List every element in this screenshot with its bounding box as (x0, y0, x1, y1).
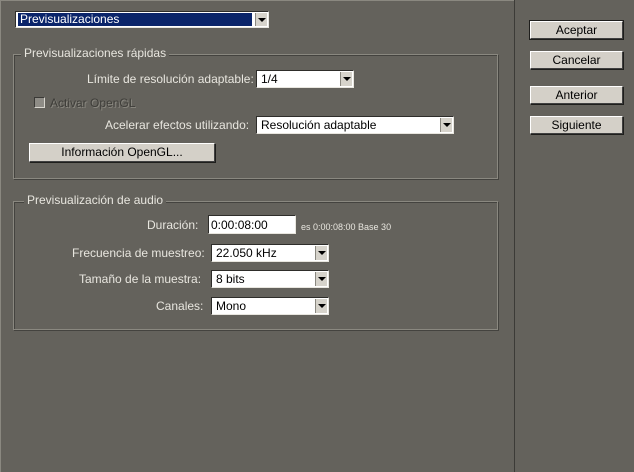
duration-label: Duración: (147, 218, 199, 232)
audio-preview-title: Previsualización de audio (24, 193, 167, 207)
chevron-down-icon[interactable] (340, 72, 352, 86)
duration-info: es 0:00:08:00 Base 30 (301, 222, 392, 232)
ok-button[interactable]: Aceptar (529, 20, 624, 40)
quick-previews-title: Previsualizaciones rápidas (21, 46, 170, 60)
sample-rate-label: Frecuencia de muestreo: (72, 246, 205, 260)
opengl-info-button[interactable]: Información OpenGL... (29, 143, 215, 162)
cancel-button[interactable]: Cancelar (530, 51, 623, 69)
channels-label: Canales: (156, 299, 204, 313)
chevron-down-icon[interactable] (315, 246, 327, 260)
channels-value: Mono (216, 299, 247, 313)
next-button[interactable]: Siguiente (530, 116, 623, 134)
accelerate-value: Resolución adaptable (261, 118, 377, 132)
section-select-value: Previsualizaciones (18, 13, 252, 26)
channels-select[interactable]: Mono (211, 297, 329, 315)
chevron-down-icon[interactable] (315, 272, 327, 286)
previous-button[interactable]: Anterior (530, 86, 623, 104)
resolution-limit-value: 1/4 (261, 72, 278, 86)
sample-rate-value: 22.050 kHz (216, 246, 277, 260)
sample-rate-select[interactable]: 22.050 kHz (211, 244, 329, 262)
duration-field[interactable] (208, 215, 296, 234)
sample-size-select[interactable]: 8 bits (211, 270, 329, 288)
resolution-limit-select[interactable]: 1/4 (256, 70, 354, 88)
accelerate-select[interactable]: Resolución adaptable (256, 116, 454, 134)
page-left-border (0, 0, 1, 472)
chevron-down-icon[interactable] (255, 13, 267, 26)
opengl-checkbox[interactable] (34, 97, 45, 108)
opengl-checkbox-label[interactable]: Activar OpenGL (50, 96, 135, 110)
sample-size-label: Tamaño de la muestra: (79, 272, 202, 286)
page-top-border (0, 0, 514, 1)
chevron-down-icon[interactable] (315, 299, 327, 313)
chevron-down-icon[interactable] (440, 118, 452, 132)
section-select[interactable]: Previsualizaciones (15, 11, 269, 28)
resolution-limit-label: Límite de resolución adaptable: (87, 72, 254, 86)
page-right-divider (514, 0, 515, 472)
sample-size-value: 8 bits (216, 272, 245, 286)
accelerate-label: Acelerar efectos utilizando: (105, 118, 250, 132)
